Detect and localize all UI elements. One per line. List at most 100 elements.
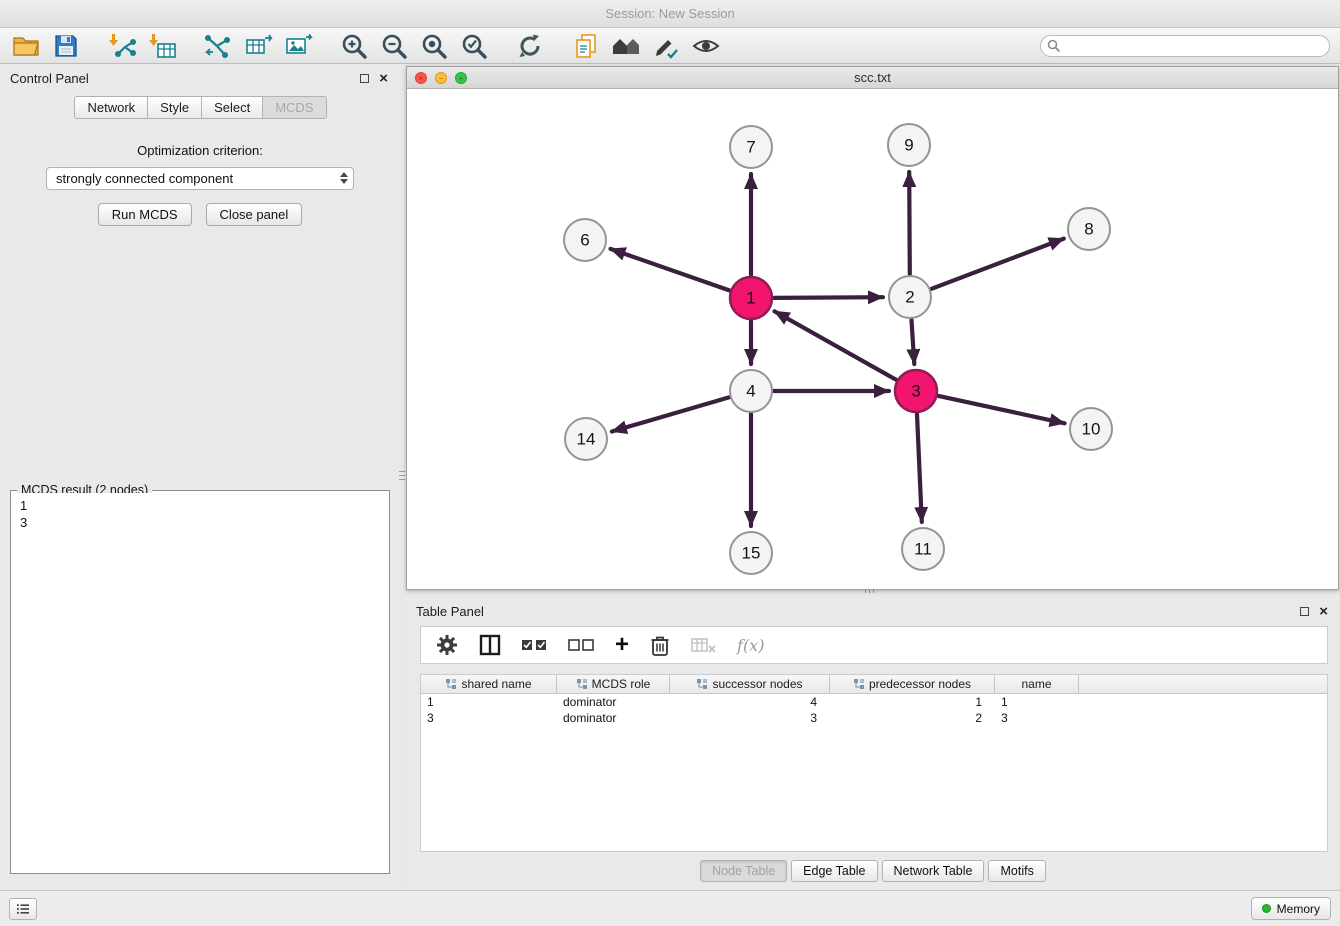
column-label: MCDS role <box>592 677 651 691</box>
tab-mcds[interactable]: MCDS <box>262 96 326 119</box>
open-session-button[interactable] <box>10 31 42 61</box>
network-canvas[interactable]: 7 9 6 8 1 2 4 3 14 10 15 11 <box>407 89 1338 589</box>
control-panel-title: Control Panel <box>10 71 89 86</box>
graph-node-14[interactable]: 14 <box>565 418 607 460</box>
graph-edge-3-11[interactable] <box>917 414 922 522</box>
cell-name[interactable]: 3 <box>995 710 1079 726</box>
cell-successor-nodes[interactable]: 3 <box>670 710 830 726</box>
apply-style-button[interactable] <box>650 31 682 61</box>
graph-node-10[interactable]: 10 <box>1070 408 1112 450</box>
column-header-predecessor-nodes[interactable]: predecessor nodes <box>830 675 995 693</box>
run-mcds-button[interactable]: Run MCDS <box>98 203 192 226</box>
unselect-all-columns-button[interactable] <box>568 631 595 659</box>
save-session-button[interactable] <box>50 31 82 61</box>
show-panels-button[interactable] <box>9 898 37 920</box>
close-panel-button[interactable]: Close panel <box>206 203 303 226</box>
tab-motifs[interactable]: Motifs <box>988 860 1045 882</box>
graph-node-6[interactable]: 6 <box>564 219 606 261</box>
select-all-columns-button[interactable] <box>521 631 548 659</box>
graph-edge-1-6[interactable] <box>611 249 730 291</box>
delete-table-button-disabled[interactable] <box>691 631 717 659</box>
export-table-button[interactable] <box>242 31 274 61</box>
column-label: shared name <box>461 677 531 691</box>
zoom-out-button[interactable] <box>378 31 410 61</box>
show-column-button[interactable] <box>479 631 501 659</box>
export-image-button[interactable] <box>282 31 314 61</box>
maximize-window-icon[interactable]: + <box>455 72 467 84</box>
cell-predecessor-nodes[interactable]: 2 <box>830 710 995 726</box>
zoom-fit-button[interactable] <box>418 31 450 61</box>
svg-text:4: 4 <box>746 382 755 401</box>
search-input[interactable] <box>1040 35 1330 57</box>
table-header-row: shared name MCDS role successor nodes <box>421 675 1327 694</box>
eye-icon <box>691 34 721 58</box>
criterion-dropdown[interactable]: strongly connected component <box>46 167 354 190</box>
graph-edge-2-9[interactable] <box>909 172 910 274</box>
table-row[interactable]: 1 dominator 4 1 1 <box>421 694 1327 710</box>
cell-successor-nodes[interactable]: 4 <box>670 694 830 710</box>
graph-node-4[interactable]: 4 <box>730 370 772 412</box>
float-panel-icon[interactable] <box>1300 607 1309 616</box>
graph-edge-3-1[interactable] <box>775 311 897 379</box>
minimize-window-icon[interactable]: − <box>435 72 447 84</box>
tab-style[interactable]: Style <box>147 96 202 119</box>
graph-node-9[interactable]: 9 <box>888 124 930 166</box>
delete-column-button[interactable] <box>649 631 671 659</box>
node-table: shared name MCDS role successor nodes <box>420 674 1328 852</box>
float-panel-icon[interactable] <box>360 74 369 83</box>
home-layout-button[interactable] <box>610 31 642 61</box>
graph-node-8[interactable]: 8 <box>1068 208 1110 250</box>
import-network-from-file-button[interactable] <box>106 31 138 61</box>
cell-mcds-role[interactable]: dominator <box>557 694 670 710</box>
close-panel-icon[interactable]: × <box>1319 606 1328 617</box>
network-window-titlebar[interactable]: × − + scc.txt <box>407 67 1338 89</box>
zoom-in-button[interactable] <box>338 31 370 61</box>
tab-network-table[interactable]: Network Table <box>882 860 985 882</box>
graph-node-3[interactable]: 3 <box>895 370 937 412</box>
dropdown-stepper-icon <box>340 172 348 184</box>
network-graph[interactable]: 7 9 6 8 1 2 4 3 14 10 15 11 <box>407 89 1338 589</box>
import-network-icon <box>107 32 137 60</box>
function-builder-button[interactable]: f(x) <box>737 631 764 659</box>
mcds-result-list[interactable]: 1 3 <box>12 493 381 872</box>
clone-network-button[interactable] <box>570 31 602 61</box>
graph-edge-1-2[interactable] <box>774 297 883 298</box>
close-panel-icon[interactable]: × <box>379 73 388 84</box>
zoom-selected-button[interactable] <box>458 31 490 61</box>
graph-edge-3-10[interactable] <box>939 396 1065 423</box>
cell-name[interactable]: 1 <box>995 694 1079 710</box>
graph-node-2[interactable]: 2 <box>889 276 931 318</box>
show-hide-button[interactable] <box>690 31 722 61</box>
close-window-icon[interactable]: × <box>415 72 427 84</box>
tab-node-table[interactable]: Node Table <box>700 860 787 882</box>
graph-node-7[interactable]: 7 <box>730 126 772 168</box>
column-header-successor-nodes[interactable]: successor nodes <box>670 675 830 693</box>
cell-mcds-role[interactable]: dominator <box>557 710 670 726</box>
column-header-name[interactable]: name <box>995 675 1079 693</box>
cell-shared-name[interactable]: 3 <box>421 710 557 726</box>
window-titlebar: Session: New Session <box>0 0 1340 28</box>
graph-node-15[interactable]: 15 <box>730 532 772 574</box>
table-row[interactable]: 3 dominator 3 2 3 <box>421 710 1327 726</box>
tab-network[interactable]: Network <box>74 96 148 119</box>
cell-predecessor-nodes[interactable]: 1 <box>830 694 995 710</box>
column-header-shared-name[interactable]: shared name <box>421 675 557 693</box>
graph-edge-2-3[interactable] <box>912 320 915 364</box>
graph-node-11[interactable]: 11 <box>902 528 944 570</box>
svg-text:9: 9 <box>904 136 913 155</box>
create-column-button[interactable]: + <box>615 631 629 659</box>
refresh-layout-button[interactable] <box>514 31 546 61</box>
graph-node-1[interactable]: 1 <box>730 277 772 319</box>
table-settings-button[interactable] <box>435 631 459 659</box>
graph-edge-4-14[interactable] <box>612 397 729 431</box>
import-table-from-file-button[interactable] <box>146 31 178 61</box>
column-header-mcds-role[interactable]: MCDS role <box>557 675 670 693</box>
memory-button[interactable]: Memory <box>1251 897 1331 920</box>
new-network-button[interactable] <box>202 31 234 61</box>
cell-shared-name[interactable]: 1 <box>421 694 557 710</box>
column-type-icon <box>853 678 865 690</box>
tab-select[interactable]: Select <box>201 96 263 119</box>
tab-edge-table[interactable]: Edge Table <box>791 860 877 882</box>
graph-edge-2-8[interactable] <box>932 239 1064 289</box>
vertical-splitter-handle[interactable] <box>399 462 405 488</box>
